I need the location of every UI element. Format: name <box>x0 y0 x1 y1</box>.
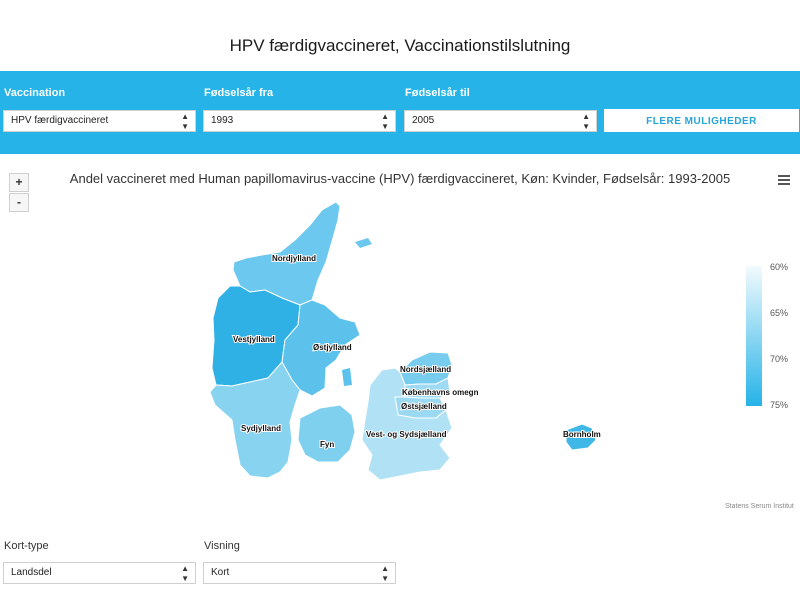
color-legend <box>746 266 762 406</box>
to-year-select[interactable]: 2005 ▲ ▼ <box>404 110 597 132</box>
legend-label-75: 75% <box>770 400 789 410</box>
select-arrows-icon: ▲ ▼ <box>381 564 389 583</box>
vaccination-select[interactable]: HPV færdigvaccineret ▲ ▼ <box>3 110 196 132</box>
map-title: Andel vaccineret med Human papillomaviru… <box>69 171 731 186</box>
legend-label-60: 60% <box>770 262 789 272</box>
legend-gradient-bar <box>746 266 762 406</box>
more-options-button[interactable]: FLERE MULIGHEDER <box>604 109 799 132</box>
map-type-label: Kort-type <box>4 540 49 552</box>
label-ostjylland: Østjylland <box>313 343 352 352</box>
view-label: Visning <box>204 540 240 552</box>
region-fyn[interactable] <box>297 404 356 463</box>
island-samso <box>342 368 352 386</box>
label-kobenhavns-omegn: Københavns omegn <box>402 388 479 397</box>
label-nordsjaelland: Nordsjælland <box>400 365 451 374</box>
legend-label-65: 65% <box>770 308 789 318</box>
hamburger-menu-icon[interactable] <box>778 175 790 185</box>
select-arrows-icon: ▲ ▼ <box>381 112 389 131</box>
label-sydjylland: Sydjylland <box>241 424 281 433</box>
source-credit[interactable]: Statens Serum Institut <box>725 503 794 510</box>
island-anholt <box>355 238 372 248</box>
view-select[interactable]: Kort ▲ ▼ <box>203 562 396 584</box>
map-type-select-value: Landsdel <box>11 567 52 578</box>
vaccination-select-value: HPV færdigvaccineret <box>11 115 109 126</box>
label-fyn: Fyn <box>320 440 334 449</box>
label-vestjylland: Vestjylland <box>233 335 275 344</box>
page-title: HPV færdigvaccineret, Vaccinationstilslu… <box>229 36 571 55</box>
view-select-value: Kort <box>211 567 230 578</box>
label-vest-og-sydsjaelland: Vest- og Sydsjælland <box>366 430 447 439</box>
denmark-map: Nordjylland Vestjylland Østjylland Sydjy… <box>209 201 762 481</box>
to-year-select-value: 2005 <box>412 115 435 126</box>
legend-label-70: 70% <box>770 354 789 364</box>
from-year-select-value: 1993 <box>211 115 234 126</box>
select-arrows-icon: ▲ ▼ <box>181 564 189 583</box>
vaccination-label: Vaccination <box>4 87 66 99</box>
from-year-select[interactable]: 1993 ▲ ▼ <box>203 110 396 132</box>
select-arrows-icon: ▲ ▼ <box>582 112 590 131</box>
map-type-select[interactable]: Landsdel ▲ ▼ <box>3 562 196 584</box>
to-year-label: Fødselsår til <box>405 87 470 99</box>
label-nordjylland: Nordjylland <box>272 254 316 263</box>
from-year-label: Fødselsår fra <box>204 87 274 99</box>
label-bornholm: Bornholm <box>563 430 601 439</box>
select-arrows-icon: ▲ ▼ <box>181 112 189 131</box>
label-ostsjaelland: Østsjælland <box>401 402 447 411</box>
